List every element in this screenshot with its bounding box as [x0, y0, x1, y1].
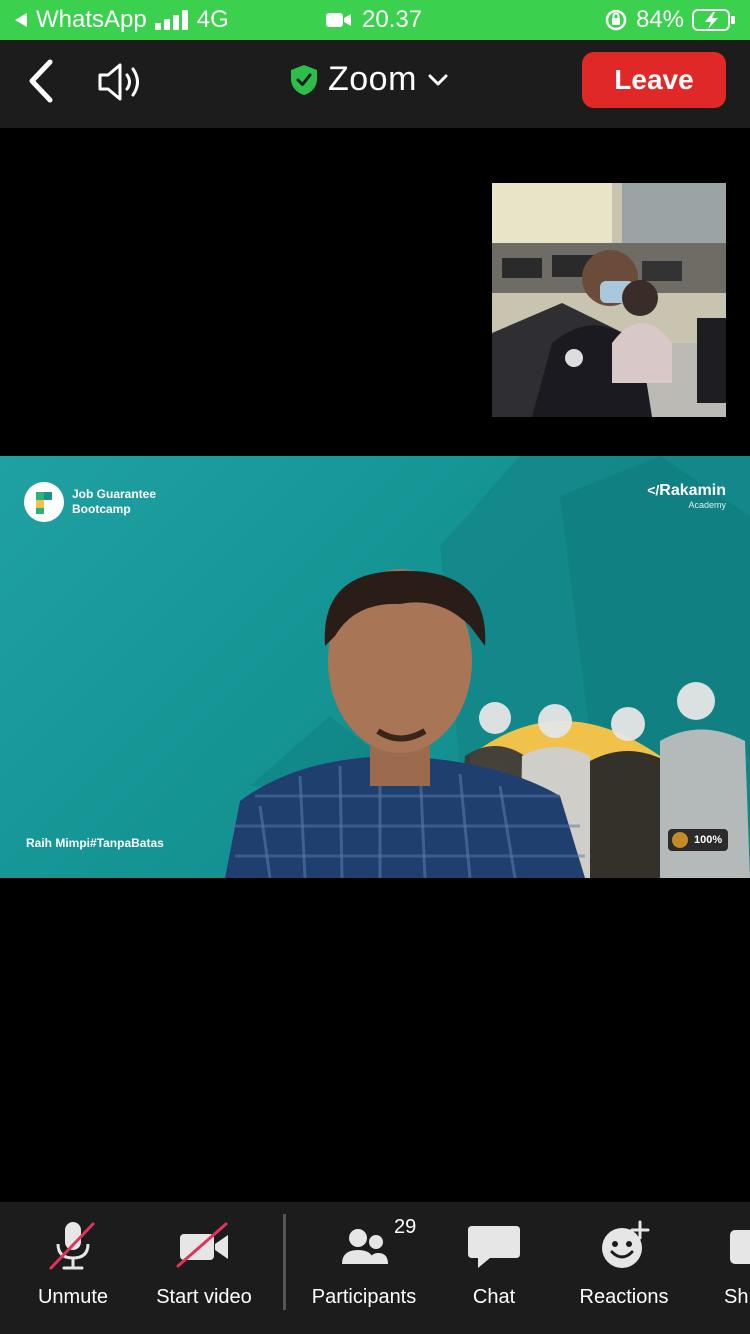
bootcamp-logo-icon: [24, 482, 64, 522]
camera-recording-icon: [326, 13, 351, 27]
back-app-label: WhatsApp: [36, 6, 147, 33]
status-bar: WhatsApp 4G 20.37 84%: [0, 0, 750, 40]
rakamin-logo-sub: Academy: [688, 500, 726, 510]
participants-icon: [334, 1220, 394, 1272]
code-bracket-icon: </: [647, 482, 660, 498]
meeting-controls: Unmute Start video Participants 29 Chat …: [0, 1202, 750, 1334]
start-video-label: Start video: [156, 1286, 252, 1308]
chevron-left-icon: [29, 59, 53, 103]
leave-button[interactable]: Leave: [582, 52, 726, 108]
reactions-smiley-icon: [594, 1220, 654, 1272]
share-button[interactable]: Sh: [724, 1220, 750, 1320]
share-icon: [724, 1220, 750, 1272]
video-stage: Job Guarantee Bootcamp </Rakamin Academy…: [0, 128, 750, 1202]
chat-bubble-icon: [464, 1220, 524, 1272]
chat-label: Chat: [472, 1286, 516, 1308]
back-to-app[interactable]: WhatsApp 4G: [14, 6, 229, 34]
meeting-toolbar: Zoom Leave: [0, 40, 750, 128]
graduate-hired-badge: 100%: [668, 829, 729, 851]
speaker-icon: [98, 63, 139, 101]
battery-charging-icon: [692, 9, 735, 31]
meeting-title-dropdown[interactable]: Zoom: [290, 60, 449, 99]
reactions-label: Reactions: [579, 1286, 669, 1308]
participants-count: 29: [394, 1216, 417, 1238]
chevron-down-icon: [428, 74, 448, 85]
share-label: Sh: [724, 1286, 749, 1308]
start-video-button[interactable]: Start video: [148, 1220, 260, 1320]
orientation-lock-icon: [605, 9, 627, 31]
meeting-title: Zoom: [328, 60, 417, 98]
video-off-icon: [174, 1220, 234, 1272]
rakamin-logo-name: </Rakamin: [647, 482, 726, 499]
unmute-label: Unmute: [37, 1286, 109, 1308]
participant-thumbnail[interactable]: [492, 183, 726, 417]
participants-label: Participants: [311, 1286, 417, 1308]
audio-output-button[interactable]: [96, 60, 148, 104]
back-triangle-icon: [15, 13, 27, 27]
back-button[interactable]: [22, 58, 62, 104]
slide-tagline: Raih Mimpi#TanpaBatas: [26, 836, 164, 850]
bootcamp-logo-text: Job Guarantee Bootcamp: [72, 487, 157, 516]
unmute-button[interactable]: Unmute: [28, 1220, 118, 1320]
clock: 20.37: [362, 6, 423, 33]
network-type: 4G: [196, 6, 229, 33]
chat-button[interactable]: Chat: [462, 1220, 526, 1320]
microphone-muted-icon: [43, 1220, 103, 1272]
signal-icon: [154, 10, 188, 30]
classroom-video-image: [492, 183, 726, 417]
toolbar-divider: [283, 1214, 286, 1310]
battery-percent: 84%: [635, 6, 684, 33]
shield-check-icon: [291, 64, 317, 95]
rakamin-logo: </Rakamin Academy: [647, 482, 726, 510]
bootcamp-logo: Job Guarantee Bootcamp: [24, 482, 182, 522]
reactions-button[interactable]: Reactions: [574, 1220, 674, 1320]
active-speaker-video[interactable]: Job Guarantee Bootcamp </Rakamin Academy…: [0, 456, 750, 878]
